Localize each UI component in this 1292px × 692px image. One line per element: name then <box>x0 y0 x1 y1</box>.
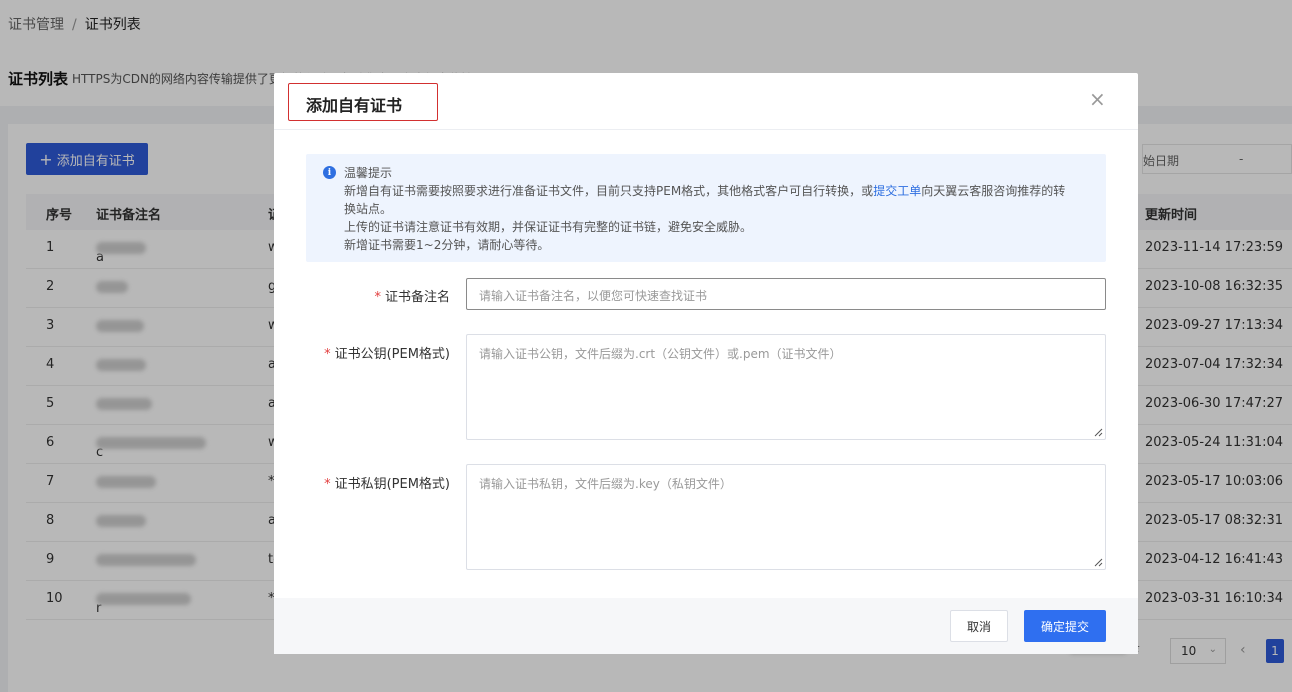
certificate-name-input[interactable]: 请输入证书备注名，以便您可快速查找证书 <box>466 278 1106 310</box>
resize-handle-icon[interactable] <box>1093 427 1103 437</box>
name-field-label: * 证书备注名 <box>374 290 450 305</box>
public-key-placeholder: 请输入证书公钥，文件后缀为.crt（公钥文件）或.pem（证书文件） <box>479 347 842 361</box>
cancel-button[interactable]: 取消 <box>950 610 1008 642</box>
submit-ticket-link[interactable]: 提交工单 <box>873 184 921 198</box>
dialog-footer: 取消 确定提交 <box>274 598 1138 654</box>
tips-line: 新增自有证书需要按照要求进行准备证书文件，目前只支持PEM格式，其他格式客户可自… <box>344 184 1066 198</box>
private-key-textarea[interactable]: 请输入证书私钥，文件后缀为.key（私钥文件） <box>466 464 1106 570</box>
private-key-field-label: * 证书私钥(PEM格式) <box>324 477 450 492</box>
close-icon[interactable]: × <box>1089 89 1106 109</box>
private-key-placeholder: 请输入证书私钥，文件后缀为.key（私钥文件） <box>479 477 732 491</box>
public-key-field-label: * 证书公钥(PEM格式) <box>324 347 450 362</box>
add-certificate-dialog: 添加自有证书 × i 温馨提示 新增自有证书需要按照要求进行准备证书文件，目前只… <box>274 73 1138 654</box>
info-icon: i <box>323 166 336 179</box>
submit-button[interactable]: 确定提交 <box>1024 610 1106 642</box>
tips-line: 上传的证书请注意证书有效期，并保证证书有完整的证书链，避免安全威胁。 <box>344 220 753 234</box>
tips-line: 新增证书需要1~2分钟，请耐心等待。 <box>344 238 550 252</box>
dialog-title: 添加自有证书 <box>288 83 438 121</box>
tips-line: 换站点。 <box>344 202 393 216</box>
tips-box: i 温馨提示 新增自有证书需要按照要求进行准备证书文件，目前只支持PEM格式，其… <box>306 154 1106 262</box>
dialog-header: 添加自有证书 × <box>274 73 1138 130</box>
public-key-textarea[interactable]: 请输入证书公钥，文件后缀为.crt（公钥文件）或.pem（证书文件） <box>466 334 1106 440</box>
resize-handle-icon[interactable] <box>1093 557 1103 567</box>
tips-title: 温馨提示 <box>344 166 393 180</box>
